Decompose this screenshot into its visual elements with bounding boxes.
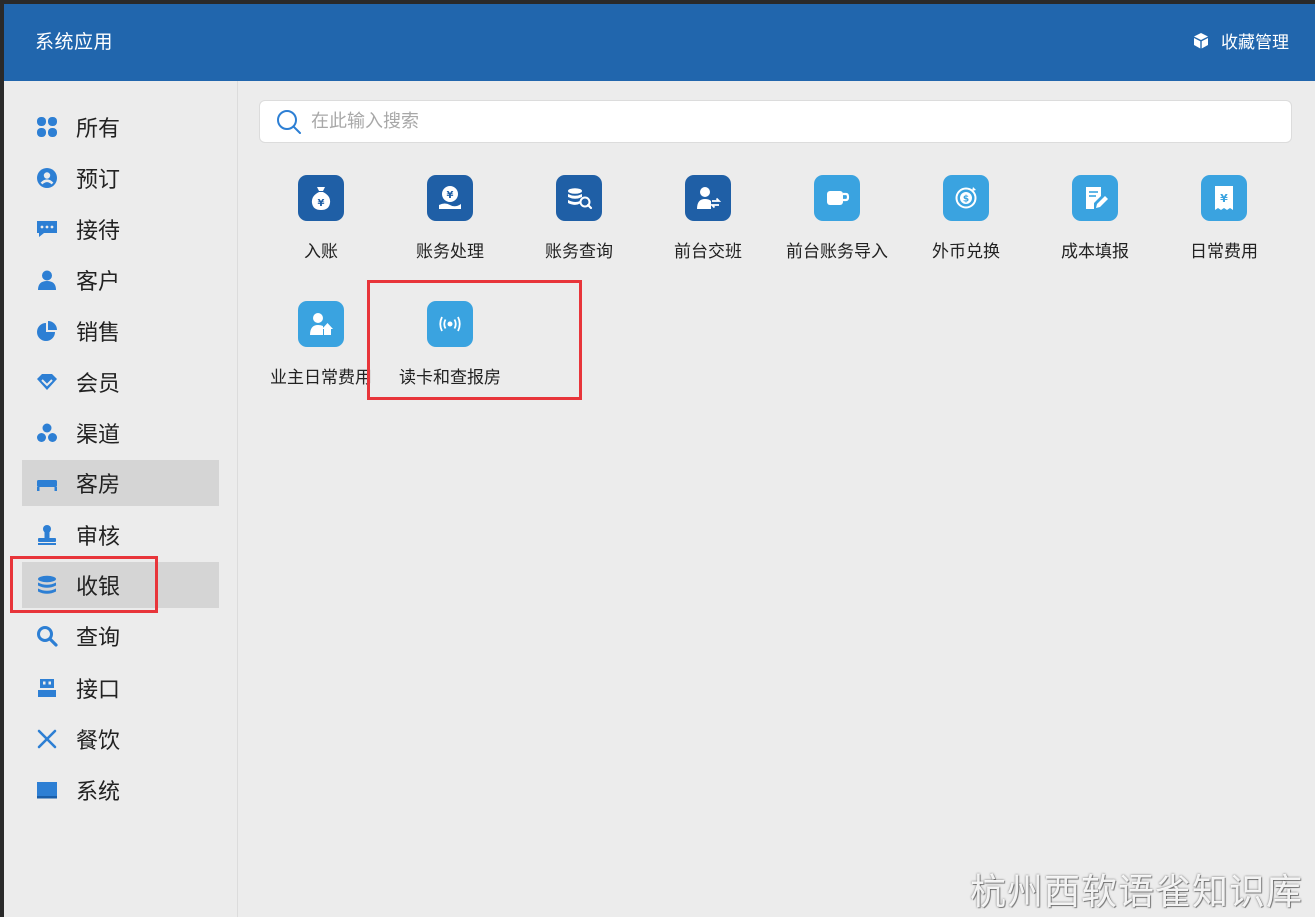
sidebar-item-label: 渠道 (76, 423, 121, 448)
monitor-icon (35, 778, 59, 802)
search-bar (259, 100, 1292, 143)
sidebar-item-audit[interactable]: 审核 (22, 512, 219, 558)
app-owner-daily-expenses[interactable]: 业主日常费用 (259, 301, 383, 411)
app-label: 日常费用 (1190, 242, 1258, 262)
sidebar-item-interface[interactable]: 接口 (22, 665, 219, 711)
sidebar-item-channel[interactable]: 渠道 (22, 410, 219, 456)
sidebar-item-label: 客房 (76, 473, 121, 498)
search-input[interactable] (311, 111, 1211, 132)
diamond-icon (35, 370, 59, 394)
top-bar: 系统应用 收藏管理 (4, 4, 1315, 81)
sidebar: 所有 预订 接待 客户 销售 会员 渠道 客房 审核 收银 查询 接口 餐饮 系… (4, 81, 238, 917)
sidebar-item-dining[interactable]: 餐饮 (22, 716, 219, 762)
sidebar-item-customer[interactable]: 客户 (22, 257, 219, 303)
coins-search-icon (556, 175, 602, 221)
app-label: 账务处理 (416, 242, 484, 262)
sidebar-item-label: 接口 (76, 678, 121, 703)
app-account-query[interactable]: 账务查询 (517, 175, 641, 285)
pie-chart-icon (35, 319, 59, 343)
sidebar-item-label: 审核 (76, 525, 121, 550)
edit-doc-icon (1072, 175, 1118, 221)
cluster-icon (35, 421, 59, 445)
sidebar-item-system[interactable]: 系统 (22, 767, 219, 813)
sidebar-item-rooms[interactable]: 客房 (22, 460, 219, 506)
money-bag-icon: ¥ (298, 175, 344, 221)
app-label: 前台交班 (674, 242, 742, 262)
app-label: 业主日常费用 (270, 368, 372, 388)
search-icon (35, 624, 59, 648)
app-label: 账务查询 (545, 242, 613, 262)
favorites-button[interactable]: 收藏管理 (1191, 28, 1289, 53)
dollar-exchange-icon: $ (943, 175, 989, 221)
app-label: 读卡和查报房 (399, 368, 501, 388)
app-shift-handover[interactable]: 前台交班 (646, 175, 770, 285)
owner-up-icon (298, 301, 344, 347)
chat-icon (35, 217, 59, 241)
sidebar-item-reception[interactable]: 接待 (22, 206, 219, 252)
yen-receipt-icon: ¥ (1201, 175, 1247, 221)
sidebar-item-label: 预订 (76, 168, 121, 193)
sidebar-item-label: 系统 (76, 780, 121, 805)
app-cost-report[interactable]: 成本填报 (1033, 175, 1157, 285)
cup-icon (814, 175, 860, 221)
main-content: ¥ 入账 ¥ 账务处理 账务查询 前台交班 前台账务导入 $ 外币兑换 成本填报… (239, 81, 1315, 917)
page-title: 系统应用 (35, 31, 114, 53)
sidebar-item-cashier[interactable]: 收银 (22, 562, 219, 608)
utensils-icon (35, 727, 59, 751)
sidebar-item-label: 收银 (76, 575, 121, 600)
user-circle-icon (35, 166, 59, 190)
watermark: 杭州西软语雀知识库 (969, 872, 1303, 913)
app-frontdesk-import[interactable]: 前台账务导入 (775, 175, 899, 285)
yen-hand-icon: ¥ (427, 175, 473, 221)
database-icon (35, 573, 59, 597)
svg-text:¥: ¥ (447, 190, 454, 201)
person-icon (35, 268, 59, 292)
app-account-processing[interactable]: ¥ 账务处理 (388, 175, 512, 285)
grid-icon (35, 115, 59, 139)
sidebar-item-label: 接待 (76, 219, 121, 244)
app-card-reading-room-status[interactable]: 读卡和查报房 (388, 301, 512, 411)
search-icon (277, 109, 301, 134)
app-post-entry[interactable]: ¥ 入账 (259, 175, 383, 285)
sidebar-item-label: 所有 (76, 117, 121, 142)
app-daily-expenses[interactable]: ¥ 日常费用 (1162, 175, 1286, 285)
sidebar-item-query[interactable]: 查询 (22, 613, 219, 659)
sidebar-item-all[interactable]: 所有 (22, 104, 219, 150)
sidebar-item-label: 餐饮 (76, 729, 121, 754)
plug-icon (35, 676, 59, 700)
sidebar-item-label: 客户 (76, 270, 121, 295)
sidebar-item-label: 查询 (76, 626, 121, 651)
svg-text:¥: ¥ (1220, 192, 1228, 205)
sidebar-item-label: 销售 (76, 321, 121, 346)
sidebar-item-member[interactable]: 会员 (22, 359, 219, 405)
sidebar-item-booking[interactable]: 预订 (22, 155, 219, 201)
app-label: 成本填报 (1061, 242, 1129, 262)
svg-text:$: $ (963, 195, 969, 205)
favorites-label: 收藏管理 (1221, 33, 1289, 53)
wireless-icon (427, 301, 473, 347)
app-label: 入账 (304, 242, 338, 262)
user-exchange-icon (685, 175, 731, 221)
cube-icon (1194, 32, 1208, 48)
stamp-icon (35, 523, 59, 547)
app-label: 外币兑换 (932, 242, 1000, 262)
sidebar-item-label: 会员 (76, 372, 121, 397)
bed-icon (35, 471, 59, 495)
app-label: 前台账务导入 (786, 242, 888, 262)
svg-text:¥: ¥ (318, 198, 325, 209)
app-window: 系统应用 收藏管理 所有 预订 接待 客户 销售 会员 渠道 客房 审核 收银 … (4, 4, 1315, 917)
app-currency-exchange[interactable]: $ 外币兑换 (904, 175, 1028, 285)
sidebar-item-sales[interactable]: 销售 (22, 308, 219, 354)
